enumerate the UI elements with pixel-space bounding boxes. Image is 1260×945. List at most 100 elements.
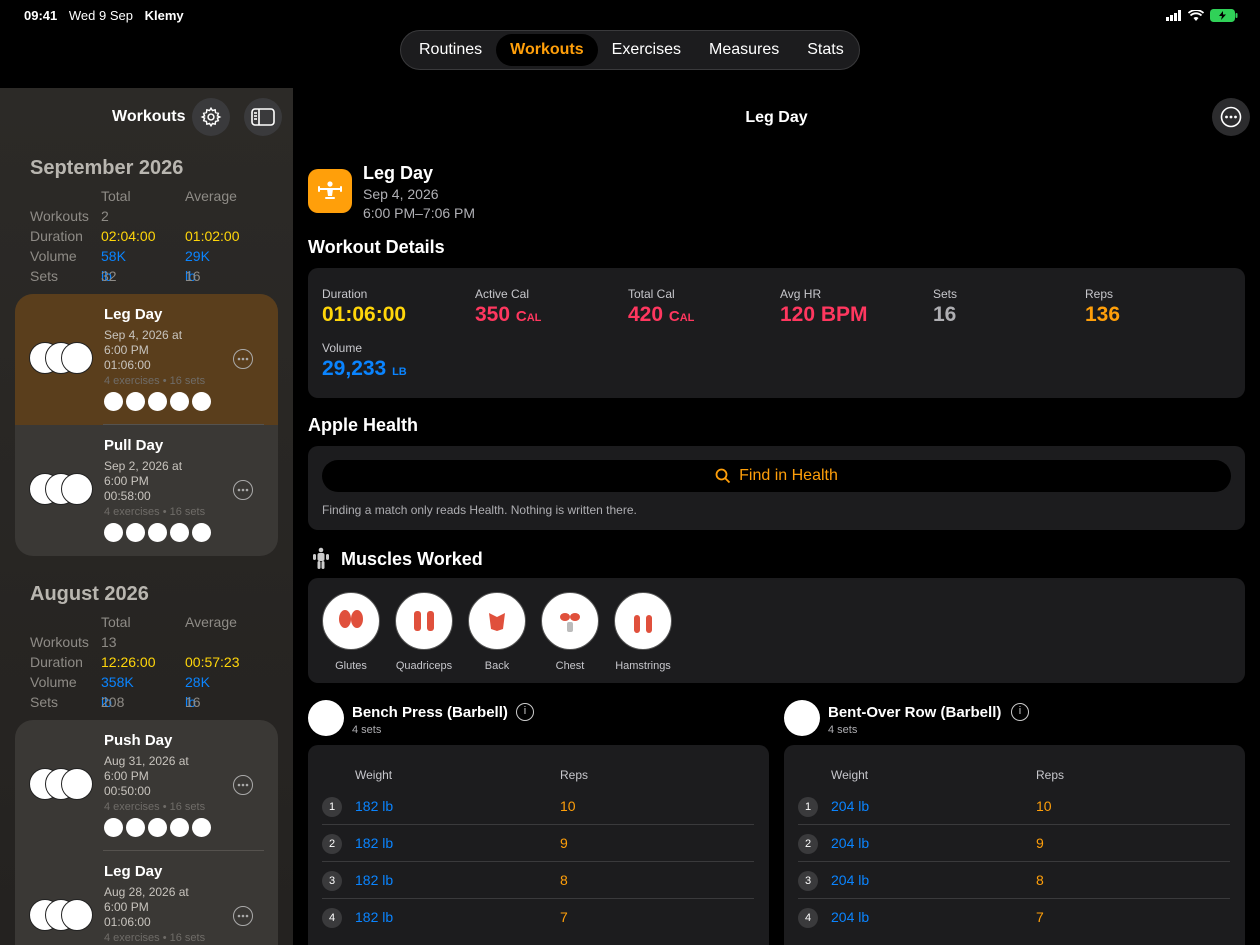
table-row[interactable]: 3 204 lb 8 xyxy=(798,862,1230,899)
workout-list: Push Day Aug 31, 2026 at 6:00 PM 00:50:0… xyxy=(15,720,278,945)
table-row[interactable]: 2 182 lb 9 xyxy=(322,825,754,862)
more-options-button[interactable] xyxy=(1212,98,1250,136)
status-carrier: Klemy xyxy=(144,8,184,23)
glutes-icon xyxy=(339,610,363,628)
status-time: 09:41 xyxy=(24,8,58,23)
nav-title: Leg Day xyxy=(745,109,808,126)
exercise-header[interactable]: Bent-Over Row (Barbell) 4 sets i xyxy=(784,700,1084,740)
workout-summary: 4 exercises • 16 sets xyxy=(104,932,206,944)
muscle-thumbnails xyxy=(104,523,211,542)
exercise-name: Bent-Over Row (Barbell) xyxy=(828,704,1002,721)
exercise-avatars xyxy=(29,768,99,800)
exercise-avatars xyxy=(29,342,99,374)
exercise-avatar xyxy=(308,700,344,736)
duration-label: Duration xyxy=(30,654,83,670)
tab-workouts[interactable]: Workouts xyxy=(496,34,598,66)
table-row[interactable]: 2 204 lb 9 xyxy=(798,825,1230,862)
table-row[interactable]: 1 182 lb 10 xyxy=(322,788,754,825)
sets-total: 32 xyxy=(101,268,117,284)
tab-measures[interactable]: Measures xyxy=(695,34,793,66)
workout-card[interactable]: Leg Day Aug 28, 2026 at 6:00 PM 01:06:00… xyxy=(15,851,278,945)
info-icon[interactable]: i xyxy=(1011,703,1029,721)
metric-duration: Duration 01:06:00 xyxy=(322,287,407,326)
col-weight: Weight xyxy=(831,768,869,782)
workout-duration: 00:58:00 xyxy=(104,489,151,503)
workout-name: Leg Day xyxy=(104,863,163,880)
workout-detail: Leg Day Leg Day Sep 4, 2026 6:00 PM–7:06… xyxy=(293,88,1260,945)
muscle-glutes: Glutes xyxy=(316,592,386,672)
section-title-muscles: Muscles Worked xyxy=(341,549,483,569)
workout-duration: 01:06:00 xyxy=(104,915,151,929)
exercise-header[interactable]: Bench Press (Barbell) 4 sets i xyxy=(308,700,608,740)
workout-duration: 01:06:00 xyxy=(104,358,151,372)
health-note: Finding a match only reads Health. Nothi… xyxy=(322,503,637,517)
hamstrings-icon xyxy=(634,615,652,633)
duration-total: 12:26:00 xyxy=(101,654,156,670)
tab-exercises[interactable]: Exercises xyxy=(598,34,695,66)
table-row[interactable]: 4 204 lb 7 xyxy=(798,899,1230,936)
apple-health-panel: Find in Health Finding a match only read… xyxy=(308,446,1245,530)
settings-button[interactable] xyxy=(192,98,230,136)
workout-card[interactable]: Leg Day Sep 4, 2026 at 6:00 PM 01:06:00 … xyxy=(15,294,278,425)
workout-more-button[interactable] xyxy=(233,775,253,795)
info-icon[interactable]: i xyxy=(516,703,534,721)
top-tab-bar: Routines Workouts Exercises Measures Sta… xyxy=(400,30,860,70)
duration-average: 01:02:00 xyxy=(185,228,240,244)
workout-more-button[interactable] xyxy=(233,906,253,926)
workout-title: Leg Day xyxy=(363,163,434,183)
exercise-sets: 4 sets xyxy=(828,724,858,736)
wifi-icon xyxy=(1188,9,1204,21)
metric-active-cal: Active Cal 350 Cal xyxy=(475,287,542,326)
workout-date: Aug 31, 2026 at 6:00 PM xyxy=(104,754,189,783)
ellipsis-icon xyxy=(237,914,249,918)
exercise-sets-table: Weight Reps 1 204 lb 10 2 204 lb 9 3 204 lb 8 … xyxy=(784,745,1245,945)
metric-sets: Sets 16 xyxy=(933,287,958,326)
sidebar-title: Workouts xyxy=(112,108,186,125)
col-average-label: Average xyxy=(185,614,237,630)
tab-routines[interactable]: Routines xyxy=(405,34,496,66)
toggle-sidebar-button[interactable] xyxy=(244,98,282,136)
exercise-sets: 4 sets xyxy=(352,724,382,736)
ellipsis-icon xyxy=(237,488,249,492)
exercise-avatars xyxy=(29,899,99,931)
table-row[interactable]: 3 182 lb 8 xyxy=(322,862,754,899)
workout-name: Pull Day xyxy=(104,437,164,454)
sets-average: 16 xyxy=(185,268,201,284)
cellular-icon xyxy=(1166,10,1181,21)
muscle-quadriceps: Quadriceps xyxy=(389,592,459,672)
workouts-total: 2 xyxy=(101,208,109,224)
sets-label: Sets xyxy=(30,694,59,710)
month-title: September 2026 xyxy=(30,157,184,179)
sets-total: 208 xyxy=(101,694,125,710)
section-title-details: Workout Details xyxy=(308,237,445,257)
sidebar: Workouts September 2026 Total Average Wor… xyxy=(0,88,293,945)
battery-charging-icon xyxy=(1210,9,1238,22)
metric-reps: Reps 136 xyxy=(1085,287,1121,326)
workout-type-icon xyxy=(308,169,352,213)
ellipsis-icon xyxy=(237,357,249,361)
table-row[interactable]: 1 204 lb 10 xyxy=(798,788,1230,825)
workout-card[interactable]: Pull Day Sep 2, 2026 at 6:00 PM 00:58:00… xyxy=(15,425,278,556)
duration-average: 00:57:23 xyxy=(185,654,240,670)
sets-average: 16 xyxy=(185,694,201,710)
workout-summary: 4 exercises • 16 sets xyxy=(104,375,206,387)
exercise-sets-table: Weight Reps 1 182 lb 10 2 182 lb 9 3 182 lb 8 … xyxy=(308,745,769,945)
metric-volume: Volume 29,233 lb xyxy=(322,341,407,380)
exercise-avatars xyxy=(29,473,99,505)
workout-date: Sep 4, 2026 xyxy=(363,186,439,202)
duration-total: 02:04:00 xyxy=(101,228,156,244)
tab-stats[interactable]: Stats xyxy=(793,34,857,66)
workout-summary: 4 exercises • 16 sets xyxy=(104,801,206,813)
weightlifting-icon xyxy=(318,181,342,199)
col-weight: Weight xyxy=(355,768,393,782)
workout-more-button[interactable] xyxy=(233,480,253,500)
muscles-panel: Glutes Quadriceps Back Chest Hamstrings xyxy=(308,578,1245,683)
table-row[interactable]: 4 182 lb 7 xyxy=(322,899,754,936)
status-bar: 09:41 Wed 9 Sep Klemy xyxy=(0,0,1260,30)
col-reps: Reps xyxy=(1036,768,1065,782)
find-in-health-button[interactable]: Find in Health xyxy=(322,460,1231,492)
volume-label: Volume xyxy=(30,674,77,690)
workout-more-button[interactable] xyxy=(233,349,253,369)
workout-card[interactable]: Push Day Aug 31, 2026 at 6:00 PM 00:50:0… xyxy=(15,720,278,851)
muscle-chest: Chest xyxy=(535,592,605,672)
